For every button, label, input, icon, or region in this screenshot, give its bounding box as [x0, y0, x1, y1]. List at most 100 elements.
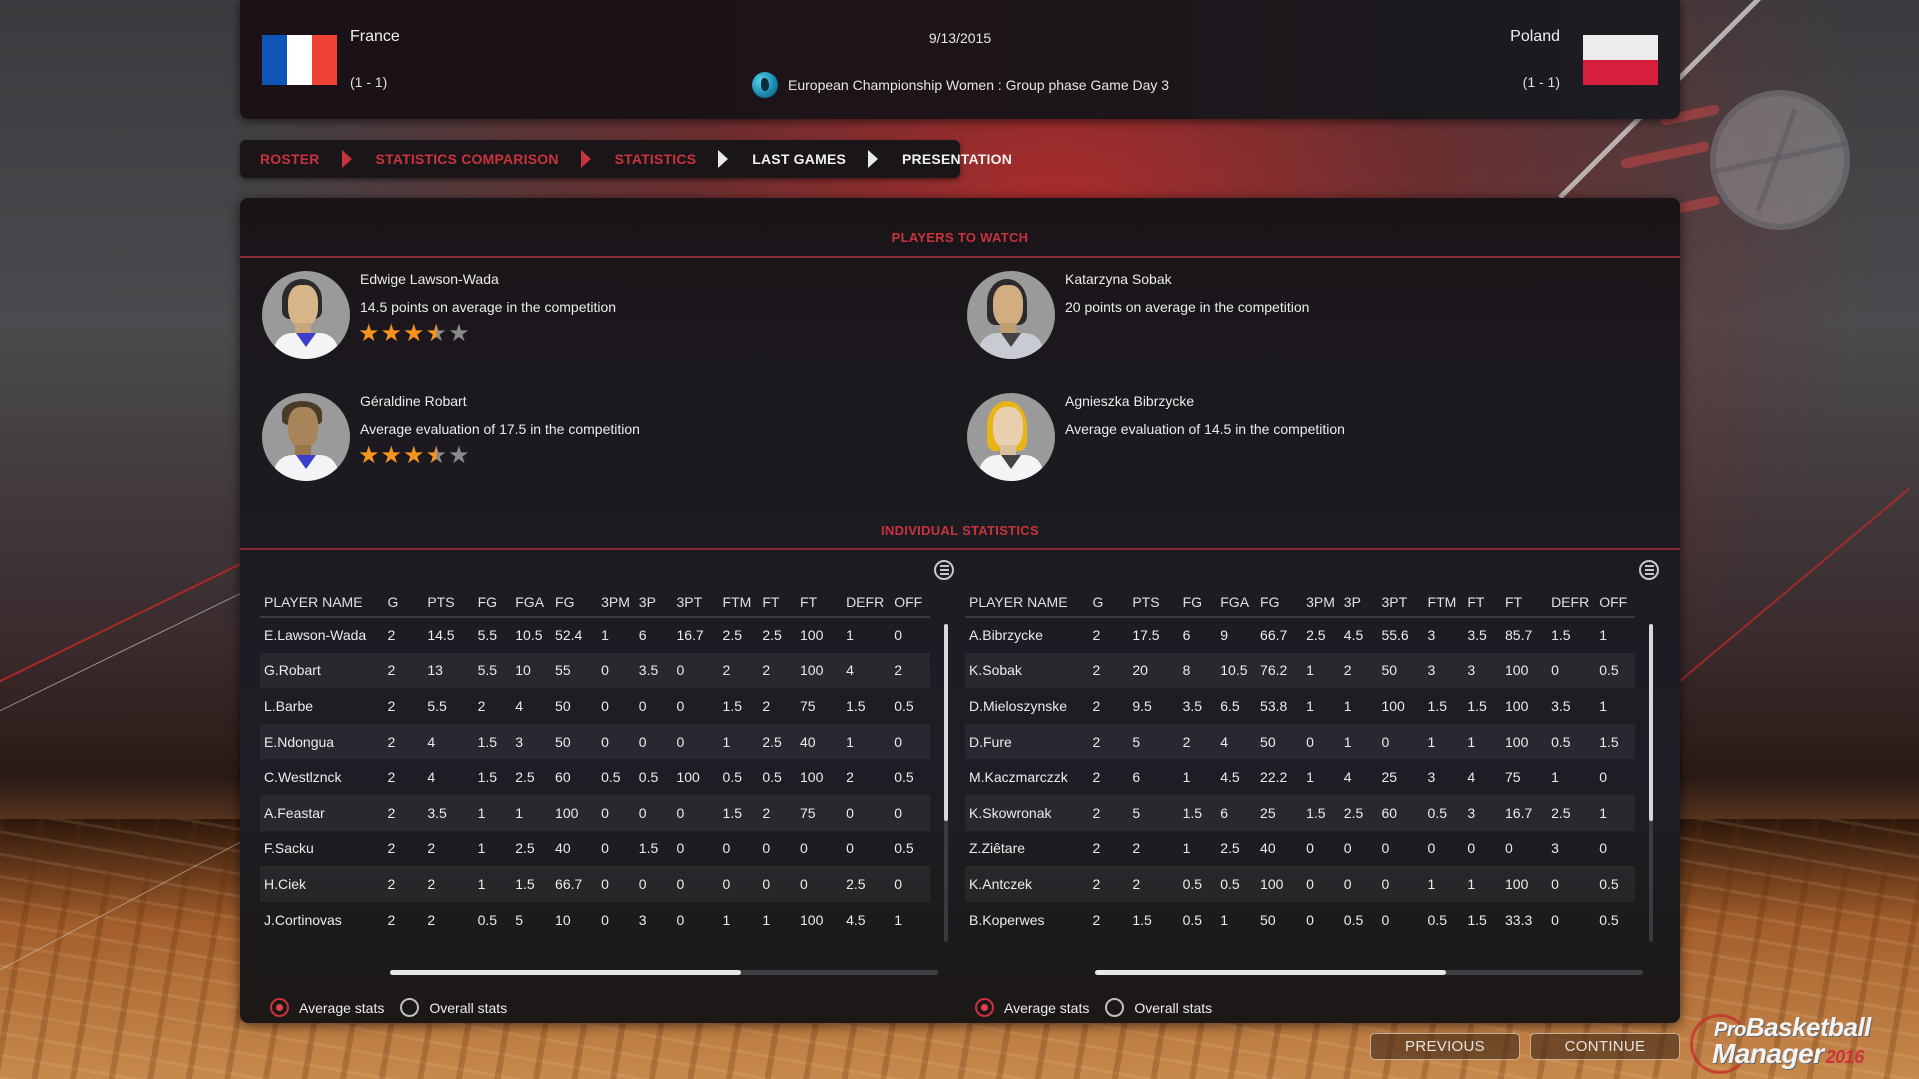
stat-cell: 4 [427, 769, 436, 786]
breadcrumb-statistics[interactable]: STATISTICS [615, 151, 697, 167]
player-name-cell: K.Antczek [965, 866, 1089, 902]
column-header[interactable]: 3P [1339, 588, 1378, 618]
table-row[interactable]: M.Kaczmarczzk 2 6 1 4.5 22.2 1 4 25 3 4 75 1 0 [965, 759, 1635, 795]
column-header[interactable]: FT [758, 588, 796, 618]
column-header[interactable]: PLAYER NAME [260, 588, 384, 618]
average-stats-radio[interactable] [975, 998, 994, 1017]
player-name-cell: K.Skowronak [965, 794, 1089, 831]
table-row[interactable]: C.Westlznck 2 4 1.5 2.5 60 0.5 0.5 100 0.5 0.5 100 2… [260, 759, 930, 795]
player-to-watch-card[interactable]: Katarzyna Sobak 20 points on average in … [967, 271, 1607, 371]
stat-cell: 0 [1547, 652, 1596, 689]
table-row[interactable]: E.Ndongua 2 4 1.5 3 50 0 0 0 1 2.5 40 1 0 [260, 723, 930, 760]
table-row[interactable]: L.Barbe 2 5.5 2 4 50 0 0 0 1.5 2 75 1.5 0.5 [260, 688, 930, 724]
table-row[interactable]: Z.Ziêtare 2 2 1 2.5 40 0 0 0 0 0 0 3 0 [965, 831, 1635, 867]
table-row[interactable]: K.Skowronak 2 5 1.5 6 25 1.5 2.5 60 0.5 3 16.7 2.5 1 [965, 794, 1635, 831]
stat-cell: 50 [551, 723, 598, 760]
stat-cell: 0 [846, 840, 854, 857]
average-stats-label[interactable]: Average stats [1004, 1000, 1089, 1016]
stat-cell: 1.5 [1427, 697, 1447, 714]
stat-cell: 4 [423, 723, 474, 760]
table-row[interactable]: K.Sobak 2 20 8 10.5 76.2 1 2 50 3 3 100 0 0.5 [965, 652, 1635, 689]
column-header[interactable]: 3P [634, 588, 673, 618]
player-to-watch-card[interactable]: Edwige Lawson-Wada 14.5 points on averag… [262, 271, 902, 371]
column-header[interactable]: FT [1463, 588, 1501, 618]
breadcrumb-statistics-comparison[interactable]: STATISTICS COMPARISON [376, 151, 559, 167]
column-header[interactable]: FTM [718, 588, 759, 618]
player-name: Géraldine Robart [360, 393, 467, 409]
column-header[interactable]: FG [551, 588, 598, 618]
column-header[interactable]: FG [473, 588, 512, 618]
stat-cell: 10.5 [515, 627, 543, 644]
table-row[interactable]: H.Ciek 2 2 1 1.5 66.7 0 0 0 0 0 0 2.5 0 [260, 866, 930, 902]
table-row[interactable]: F.Sacku 2 2 1 2.5 40 0 1.5 0 0 0 0 0 0.5 [260, 831, 930, 867]
table-row[interactable]: D.Mieloszynske 2 9.5 3.5 6.5 53.8 1 1 100 1.5 1.5 1… [965, 688, 1635, 724]
continue-button[interactable]: CONTINUE [1530, 1033, 1680, 1060]
stat-cell: 33.3 [1505, 911, 1533, 928]
column-header[interactable]: 3PM [1302, 588, 1340, 618]
average-stats-radio[interactable] [270, 998, 289, 1017]
player-name-cell: M.Kaczmarczzk [969, 769, 1068, 786]
stat-cell: 3.5 [1182, 697, 1203, 714]
table-row[interactable]: K.Antczek 2 2 0.5 0.5 100 0 0 0 1 1 100 0 0.5 [965, 866, 1635, 902]
stat-cell: 4 [1343, 769, 1352, 786]
stat-cell: 2 [1092, 627, 1101, 644]
list-menu-icon[interactable] [1639, 560, 1659, 580]
column-header[interactable]: FGA [1216, 588, 1257, 618]
player-to-watch-card[interactable]: Géraldine Robart Average evaluation of 1… [262, 393, 902, 493]
vertical-scrollbar[interactable] [1649, 624, 1653, 942]
column-header[interactable]: FT [1501, 588, 1548, 618]
column-header[interactable]: G [1088, 588, 1129, 618]
table-row[interactable]: G.Robart 2 13 5.5 10 55 0 3.5 0 2 2 100 4 2 [260, 652, 930, 689]
table-row[interactable]: J.Cortinovas 2 2 0.5 5 10 0 3 0 1 1 100 4.5 1 [260, 902, 930, 938]
overall-stats-label[interactable]: Overall stats [429, 1000, 507, 1016]
breadcrumb: ROSTER STATISTICS COMPARISON STATISTICS … [240, 140, 1012, 178]
scrollbar-thumb[interactable] [390, 970, 741, 975]
table-row[interactable]: E.Lawson-Wada 2 14.5 5.5 10.5 52.4 1 6 16.7 2.5 2.… [260, 617, 930, 653]
player-to-watch-card[interactable]: Agnieszka Bibrzycke Average evaluation o… [967, 393, 1607, 493]
stat-cell: 50 [1256, 723, 1303, 760]
stat-cell: 3 [1463, 652, 1501, 689]
scrollbar-thumb[interactable] [1649, 624, 1653, 822]
breadcrumb-last-games[interactable]: LAST GAMES [752, 151, 846, 167]
stat-cell: 2 [718, 652, 759, 689]
column-header[interactable]: OFF [1595, 588, 1635, 618]
stat-cell: 2 [1088, 652, 1129, 689]
table-row[interactable]: B.Koperwes 2 1.5 0.5 1 50 0 0.5 0 0.5 1.5 33.3 0 0.5 [965, 902, 1635, 938]
scrollbar-thumb[interactable] [1095, 970, 1446, 975]
column-header[interactable]: FTM [1423, 588, 1464, 618]
average-stats-label[interactable]: Average stats [299, 1000, 384, 1016]
player-name: Agnieszka Bibrzycke [1065, 393, 1195, 409]
column-header[interactable]: DEFR [1547, 588, 1596, 618]
column-header[interactable]: 3PM [597, 588, 635, 618]
table-row[interactable]: D.Fure 2 5 2 4 50 0 1 0 1 1 100 0.5 1.5 [965, 723, 1635, 760]
column-header[interactable]: PTS [423, 588, 474, 618]
column-header[interactable]: PLAYER NAME [965, 588, 1089, 618]
overall-stats-radio[interactable] [400, 998, 420, 1017]
column-header[interactable]: FG [1256, 588, 1303, 618]
horizontal-scrollbar[interactable] [390, 970, 938, 975]
breadcrumb-presentation[interactable]: PRESENTATION [902, 151, 1012, 167]
breadcrumb-roster[interactable]: ROSTER [260, 151, 320, 167]
column-header[interactable]: OFF [890, 588, 930, 618]
stat-cell: 2 [1088, 723, 1129, 760]
column-header[interactable]: DEFR [842, 588, 891, 618]
column-header[interactable]: 3PT [672, 588, 719, 618]
player-description: Average evaluation of 14.5 in the compet… [1065, 421, 1345, 437]
stat-cell: 25 [1381, 769, 1398, 786]
column-header[interactable]: FGA [511, 588, 552, 618]
overall-stats-radio[interactable] [1105, 998, 1125, 1017]
table-row[interactable]: A.Bibrzycke 2 17.5 6 9 66.7 2.5 4.5 55.6 3 3.5 85.7… [965, 617, 1635, 653]
column-header[interactable]: G [383, 588, 424, 618]
stat-cell: 2 [1092, 769, 1101, 786]
stat-cell: 0.5 [1547, 723, 1596, 760]
stat-cell: 2 [1132, 840, 1141, 857]
table-row[interactable]: A.Feastar 2 3.5 1 1 100 0 0 0 1.5 2 75 0 0 [260, 794, 930, 831]
horizontal-scrollbar[interactable] [1095, 970, 1643, 975]
previous-button[interactable]: PREVIOUS [1370, 1033, 1520, 1060]
column-header[interactable]: FG [1178, 588, 1217, 618]
column-header[interactable]: PTS [1128, 588, 1179, 618]
overall-stats-label[interactable]: Overall stats [1134, 1000, 1212, 1016]
column-header[interactable]: FT [796, 588, 843, 618]
column-header[interactable]: 3PT [1377, 588, 1424, 618]
stat-cell: 2.5 [1220, 840, 1240, 857]
